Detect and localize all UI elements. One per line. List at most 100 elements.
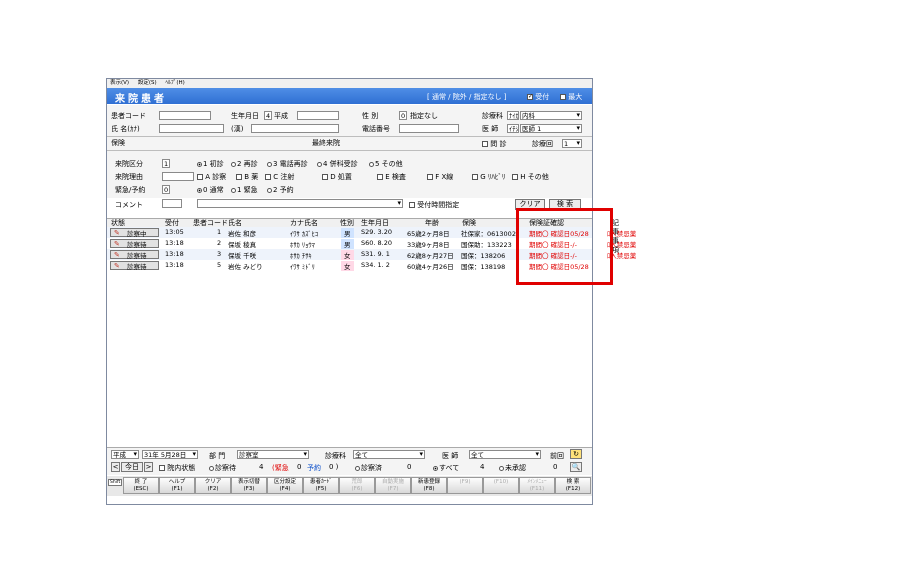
- visit-reason-input[interactable]: [162, 172, 194, 181]
- urgent-radio-2[interactable]: 2 予約: [267, 185, 294, 195]
- doctor-label: 医 師: [482, 125, 499, 133]
- monshin-checkbox[interactable]: 問 診: [482, 139, 506, 149]
- visit-class-radio-5[interactable]: 5 その他: [369, 159, 403, 169]
- app-window: 表示(V) 設定(S) ﾍﾙﾌﾟ(H) 来院患者 [ 通常 / 院外 / 指定な…: [106, 78, 636, 505]
- innai-checkbox[interactable]: 院内状態: [159, 463, 195, 473]
- radio-icon: [231, 161, 236, 167]
- phone-input[interactable]: [399, 124, 459, 133]
- fkey-7-button[interactable]: 自動実施 (F7): [375, 477, 411, 494]
- radio-unpaid[interactable]: 未承認: [499, 463, 526, 473]
- radio-icon: [499, 465, 504, 471]
- patient-code-label: 患者コード: [111, 112, 146, 120]
- filter-doctor-select[interactable]: 全て: [469, 450, 541, 459]
- fkey-5-button[interactable]: 患者ｶｰﾄﾞ (F5): [303, 477, 339, 494]
- radio-wait[interactable]: 診察待: [209, 463, 236, 473]
- birth-era-input[interactable]: 4: [264, 111, 272, 120]
- search-icon[interactable]: 🔍: [570, 462, 582, 472]
- doctor-select[interactable]: 医師 1: [520, 124, 582, 133]
- urgent-count: 0: [297, 463, 302, 471]
- visit-count-select[interactable]: 1: [562, 139, 582, 148]
- shift-key[interactable]: Shift: [108, 479, 123, 486]
- fkey-12-button[interactable]: 検 索 (F12): [555, 477, 591, 494]
- reason-c-checkbox[interactable]: C 注射: [265, 172, 294, 182]
- row-code: 2: [217, 239, 222, 247]
- fkey-6-button[interactable]: 荒郎 (F6): [339, 477, 375, 494]
- reason-d-checkbox[interactable]: D 処置: [322, 172, 352, 182]
- prev-day-button[interactable]: <: [111, 462, 120, 472]
- time-specify-checkbox[interactable]: 受付時間指定: [409, 200, 459, 210]
- radio-icon: [267, 161, 272, 167]
- fkey-2-button[interactable]: クリア (F2): [195, 477, 231, 494]
- urgent-input[interactable]: 0: [162, 185, 170, 194]
- today-button[interactable]: 今日: [121, 462, 143, 472]
- urgent-radio-1[interactable]: 1 緊急: [231, 185, 258, 195]
- doctor-code-input[interactable]: ｲﾁｼ: [507, 124, 519, 133]
- menu-settings[interactable]: 設定(S): [138, 80, 157, 86]
- status-button[interactable]: ✎ 診察待: [110, 261, 159, 271]
- fkey-shortcut: (F10): [493, 479, 509, 485]
- row-sex: 男: [341, 228, 354, 238]
- checkbox-icon: [427, 174, 433, 180]
- radio-icon: [197, 187, 202, 193]
- sex-input[interactable]: 0: [399, 111, 407, 120]
- filter-dept-select[interactable]: 全て: [353, 450, 425, 459]
- radio-done[interactable]: 診察済: [355, 463, 382, 473]
- checkbox-icon: [236, 174, 242, 180]
- menu-bar: 表示(V) 設定(S) ﾍﾙﾌﾟ(H): [107, 79, 592, 88]
- name-kanji-input[interactable]: [251, 124, 339, 133]
- bumon-select[interactable]: 診察室: [237, 450, 309, 459]
- reason-g-checkbox[interactable]: G ﾘﾊﾋﾞﾘ: [472, 172, 505, 182]
- visit-class-radio-3[interactable]: 3 電話再診: [267, 159, 308, 169]
- radio-icon: [267, 187, 272, 193]
- radio-icon: [369, 161, 374, 167]
- row-birth: S31. 9. 1: [361, 250, 390, 258]
- reason-a-checkbox[interactable]: A 診察: [197, 172, 226, 182]
- status-button[interactable]: ✎ 診察中: [110, 228, 159, 238]
- fkey-3-button[interactable]: 表示切替 (F3): [231, 477, 267, 494]
- reason-h-checkbox[interactable]: H その他: [512, 172, 549, 182]
- dept-select[interactable]: 内科: [520, 111, 582, 120]
- radio-all[interactable]: すべて: [433, 463, 459, 473]
- comment-code-input[interactable]: [162, 199, 182, 208]
- checkbox-icon: [197, 174, 203, 180]
- visit-class-radio-2[interactable]: 2 再診: [231, 159, 258, 169]
- reason-b-checkbox[interactable]: B 薬: [236, 172, 258, 182]
- era-select[interactable]: 平成: [111, 450, 139, 459]
- next-day-button[interactable]: >: [144, 462, 153, 472]
- menu-help[interactable]: ﾍﾙﾌﾟ(H): [165, 80, 184, 86]
- status-button[interactable]: ✎ 診察待: [110, 239, 159, 249]
- visit-class-radio-1[interactable]: 1 初診: [197, 159, 224, 169]
- row-time: 13:18: [165, 239, 184, 247]
- urgent-label: 緊急/予約: [115, 186, 146, 194]
- reason-f-checkbox[interactable]: F X線: [427, 172, 453, 182]
- reason-e-checkbox[interactable]: E 検査: [377, 172, 406, 182]
- fkey-shortcut: (F9): [459, 479, 471, 485]
- comment-select[interactable]: [197, 199, 403, 208]
- saidai-checkbox[interactable]: 最大: [560, 92, 582, 102]
- patient-code-input[interactable]: [159, 111, 211, 120]
- date-select[interactable]: 31年 5月28日: [142, 450, 198, 459]
- fkey-8-button[interactable]: 新患登録 (F8): [411, 477, 447, 494]
- fkey-0-button[interactable]: 終 了 (ESC): [123, 477, 159, 494]
- hoken-label: 保険: [111, 139, 125, 147]
- urgent-radio-0[interactable]: 0 通常: [197, 185, 224, 195]
- last-visit-label: 最終来院: [312, 139, 340, 147]
- uketsuke-checkbox[interactable]: 受付: [527, 92, 549, 102]
- dept-code-input[interactable]: ﾅｲｶ: [507, 111, 519, 120]
- birth-date-input[interactable]: [297, 111, 339, 120]
- fkey-4-button[interactable]: 区分設定 (F4): [267, 477, 303, 494]
- radio-icon: [231, 187, 236, 193]
- name-kana-input[interactable]: [159, 124, 224, 133]
- fkey-10-button[interactable]: (F10): [483, 477, 519, 494]
- fkey-9-button[interactable]: (F9): [447, 477, 483, 494]
- fkey-11-button[interactable]: ﾒｲﾝﾒﾆｭｰ (F11): [519, 477, 555, 494]
- visit-class-radio-4[interactable]: 4 併科受診: [317, 159, 358, 169]
- name-kana-label: 氏 名(ｶﾅ): [111, 125, 140, 133]
- row-birth: S29. 3.20: [361, 228, 393, 236]
- fkey-1-button[interactable]: ヘルプ (F1): [159, 477, 195, 494]
- menu-view[interactable]: 表示(V): [110, 80, 129, 86]
- visit-class-input[interactable]: 1: [162, 159, 170, 168]
- refresh-icon[interactable]: ↻: [570, 449, 582, 459]
- status-button[interactable]: ✎ 診察待: [110, 250, 159, 260]
- row-name: 保坂 稜真: [228, 241, 257, 249]
